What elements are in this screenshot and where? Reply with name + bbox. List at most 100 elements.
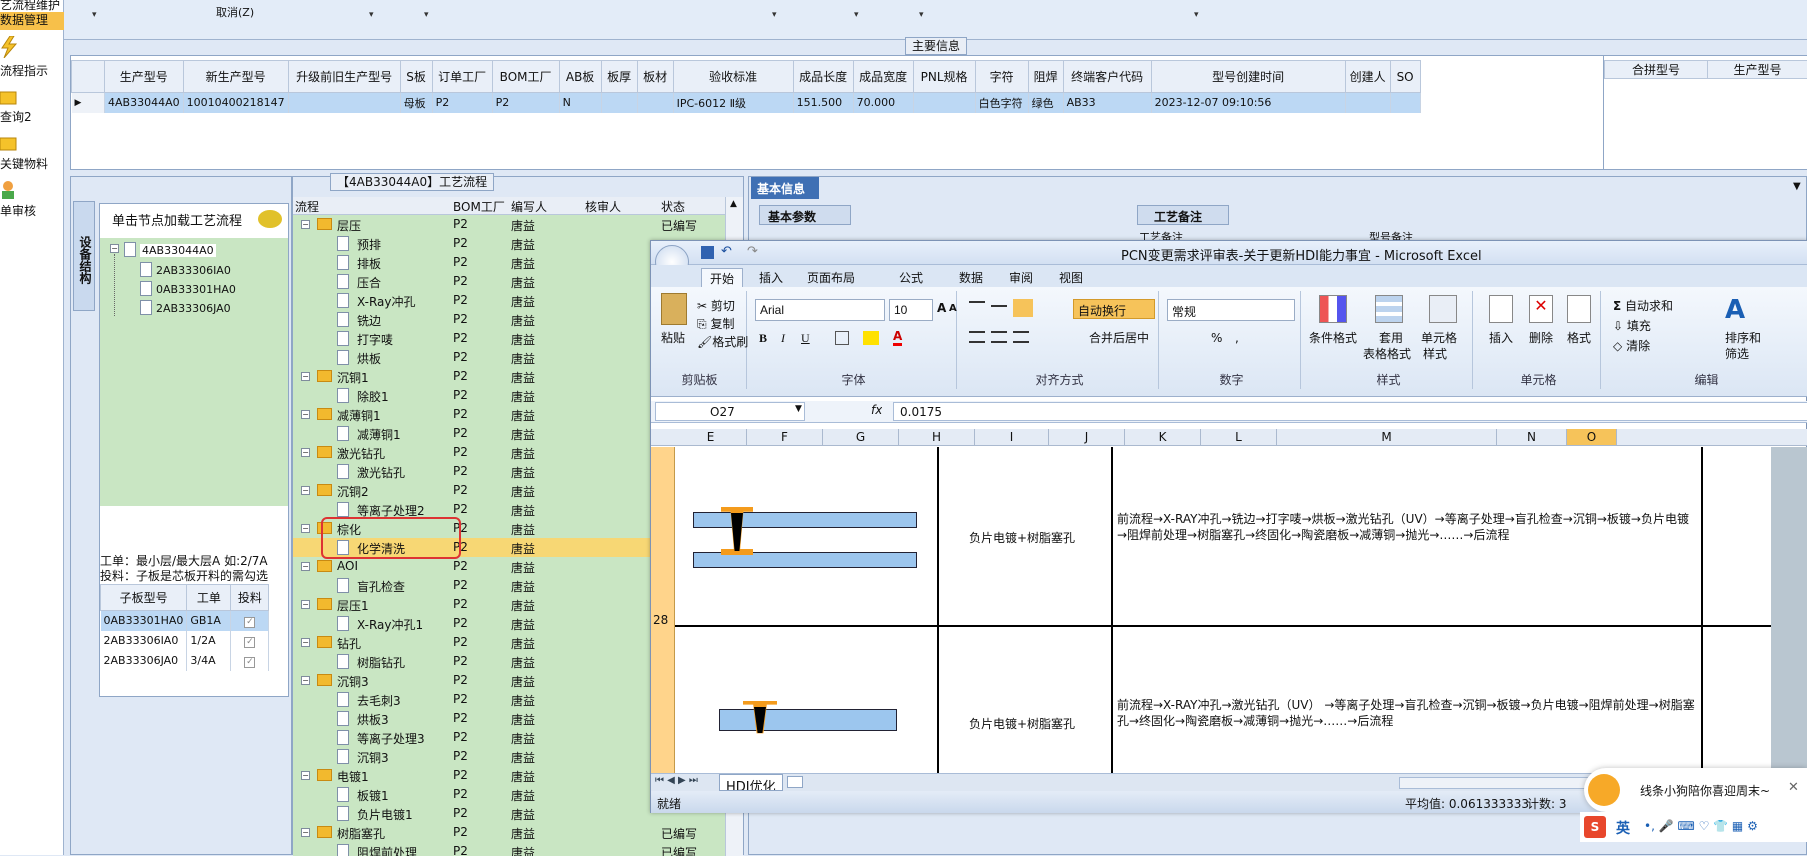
formula-input[interactable]: 0.0175 xyxy=(893,402,1807,421)
checkbox[interactable]: ✓ xyxy=(231,651,269,671)
align-left-icon[interactable] xyxy=(969,331,985,343)
ribbon-tab[interactable]: 审阅 xyxy=(1001,268,1041,287)
column-header[interactable]: N xyxy=(1497,429,1567,445)
align-right-icon[interactable] xyxy=(1013,331,1029,343)
close-icon[interactable]: ✕ xyxy=(1788,780,1799,795)
collapse-icon[interactable]: − xyxy=(301,828,310,837)
collapse-icon[interactable]: − xyxy=(301,676,310,685)
col-header[interactable]: AB板 xyxy=(559,61,601,93)
checkbox[interactable]: ✓ xyxy=(231,611,269,631)
redo-icon[interactable]: ↷ xyxy=(747,244,758,259)
tree-root-node[interactable]: 4AB33044A0 xyxy=(140,244,216,257)
align-bottom-icon[interactable] xyxy=(1013,299,1033,317)
cell[interactable]: 4AB33044A0 xyxy=(105,93,184,113)
clear-button[interactable]: ◇ 清除 xyxy=(1613,337,1650,354)
dropdown-arrow-icon[interactable]: ▾ xyxy=(919,10,924,20)
column-header[interactable]: O xyxy=(1567,429,1617,445)
autosum-button[interactable]: Σ 自动求和 xyxy=(1613,297,1673,314)
cell[interactable]: IPC-6012 Ⅱ级 xyxy=(673,93,793,113)
tab-basic-params[interactable]: 基本参数 xyxy=(759,205,851,225)
comma-button[interactable]: , xyxy=(1235,331,1239,345)
cell-h-process[interactable]: 负片电镀+树脂塞孔 xyxy=(969,715,1075,732)
ribbon-tab[interactable]: 数据 xyxy=(951,268,991,287)
col-header[interactable]: 升级前旧生产型号 xyxy=(288,61,400,93)
col-header[interactable]: 生产型号 xyxy=(105,61,184,93)
tree-child-node[interactable]: 0AB33301HA0 xyxy=(156,283,236,296)
collapse-icon[interactable]: − xyxy=(301,448,310,457)
dropdown-arrow-icon[interactable]: ▼ xyxy=(795,404,802,414)
cell[interactable] xyxy=(288,93,400,113)
column-header[interactable]: E xyxy=(675,429,747,445)
column-header[interactable]: H xyxy=(899,429,975,445)
align-center-icon[interactable] xyxy=(991,331,1007,343)
collapse-icon[interactable]: − xyxy=(301,220,310,229)
collapse-icon[interactable]: − xyxy=(301,410,310,419)
col-header[interactable]: BOM工厂 xyxy=(492,61,559,93)
grow-font-button[interactable]: A xyxy=(937,301,946,315)
cancel-button[interactable]: 取消(Z) xyxy=(216,4,254,20)
checkbox[interactable]: ✓ xyxy=(231,631,269,651)
col-header[interactable]: S板 xyxy=(400,61,432,93)
conditional-format-button[interactable]: 条件格式 xyxy=(1309,329,1357,346)
col-header[interactable]: 板厚 xyxy=(601,61,637,93)
col-header[interactable]: 订单工厂 xyxy=(432,61,492,93)
insert-icon[interactable] xyxy=(1489,295,1513,323)
nav-item-process-guide[interactable]: 流程指示 xyxy=(0,62,64,79)
delete-button[interactable]: 删除 xyxy=(1529,329,1553,346)
cell[interactable]: 2AB33306JA0 xyxy=(101,651,187,671)
cell-h-process[interactable]: 负片电镀+树脂塞孔 xyxy=(969,529,1075,546)
ribbon-tab[interactable]: 公式 xyxy=(891,268,931,287)
cell[interactable]: 2023-12-07 09:10:56 xyxy=(1151,93,1345,113)
name-box[interactable]: O27 xyxy=(655,402,805,421)
column-header[interactable]: M xyxy=(1277,429,1497,445)
fill-button[interactable]: ⇩ 填充 xyxy=(1613,317,1651,334)
nav-item-approve[interactable]: 单审核 xyxy=(0,202,64,219)
cell[interactable]: GB1A xyxy=(187,611,231,631)
insert-button[interactable]: 插入 xyxy=(1489,329,1513,346)
cell[interactable] xyxy=(913,93,975,113)
collapse-icon[interactable]: − xyxy=(110,244,119,253)
new-sheet-icon[interactable] xyxy=(787,776,803,788)
nav-item-data-manage[interactable]: 数据管理 xyxy=(0,12,64,30)
collapse-icon[interactable]: − xyxy=(301,524,310,533)
paste-button[interactable]: 粘贴 xyxy=(661,329,685,346)
column-header[interactable]: K xyxy=(1125,429,1201,445)
cell[interactable] xyxy=(601,93,637,113)
table-row[interactable]: 2AB33306JA0 3/4A ✓ xyxy=(101,651,269,671)
cell[interactable]: P2 xyxy=(492,93,559,113)
number-format-select[interactable]: 常规 xyxy=(1167,299,1295,321)
align-middle-icon[interactable] xyxy=(991,305,1007,307)
col-header[interactable]: BOM工厂 xyxy=(453,198,505,215)
cut-button[interactable]: ✂ 剪切 xyxy=(697,297,735,314)
cell[interactable]: 0AB33301HA0 xyxy=(101,611,187,631)
italic-button[interactable]: I xyxy=(781,331,785,346)
format-painter-button[interactable]: 🖌格式刷 xyxy=(697,333,748,350)
sort-filter-button-line2[interactable]: 筛选 xyxy=(1725,345,1749,362)
col-header[interactable]: 终端客户代码 xyxy=(1063,61,1151,93)
cell[interactable] xyxy=(1390,93,1420,113)
nav-item-query2[interactable]: 查询2 xyxy=(0,108,64,125)
cell[interactable]: 白色字符 xyxy=(975,93,1028,113)
col-header[interactable]: 生产型号 xyxy=(1708,61,1807,79)
col-header[interactable]: 板材 xyxy=(637,61,673,93)
column-header[interactable]: L xyxy=(1201,429,1277,445)
selected-column-o[interactable] xyxy=(1771,447,1807,773)
cell[interactable]: 2AB33306IA0 xyxy=(101,631,187,651)
dropdown-arrow-icon[interactable]: ▼ xyxy=(1793,181,1801,192)
ribbon-tab[interactable]: 页面布局 xyxy=(799,268,863,287)
cell-j-flow[interactable]: 前流程→X-RAY冲孔→铣边→打字唛→烘板→激光钻孔（UV）→等离子处理→盲孔检… xyxy=(1117,511,1697,543)
col-header[interactable]: 阻焊 xyxy=(1028,61,1063,93)
format-button[interactable]: 格式 xyxy=(1567,329,1591,346)
table-format-icon[interactable] xyxy=(1375,295,1403,323)
col-header[interactable]: 成品宽度 xyxy=(853,61,913,93)
col-header[interactable]: 工单 xyxy=(187,585,231,611)
ime-tools-icon[interactable]: •, 🎤 ⌨ ♡ 👕 ▦ ⚙ xyxy=(1644,819,1758,833)
ribbon-tab[interactable]: 开始 xyxy=(701,268,743,288)
dropdown-arrow-icon[interactable]: ▾ xyxy=(92,10,97,20)
cell[interactable]: 1/2A xyxy=(187,631,231,651)
dropdown-arrow-icon[interactable]: ▾ xyxy=(772,10,777,20)
cell-style-icon[interactable] xyxy=(1429,295,1457,323)
col-header[interactable]: 创建人 xyxy=(1345,61,1390,93)
shrink-font-button[interactable]: A xyxy=(949,303,957,314)
table-row[interactable]: 2AB33306IA0 1/2A ✓ xyxy=(101,631,269,651)
